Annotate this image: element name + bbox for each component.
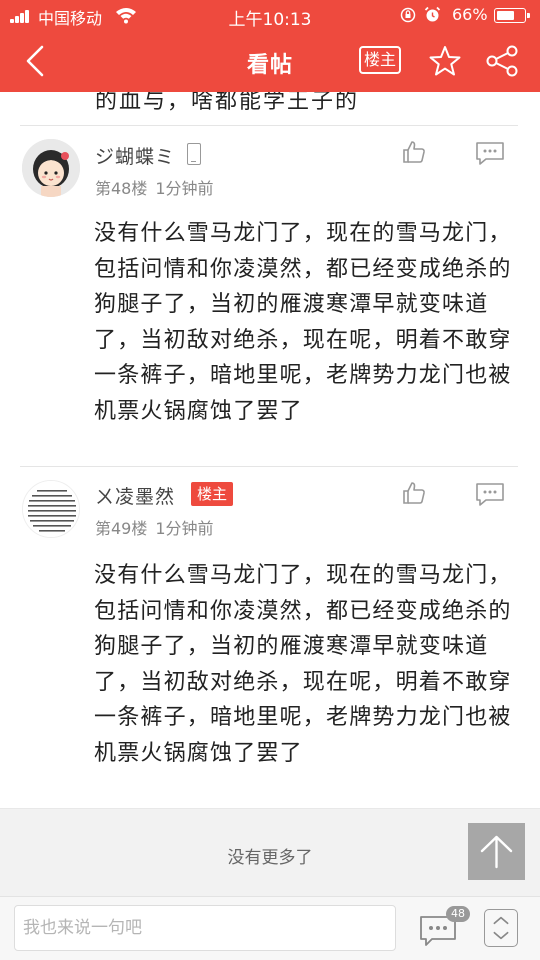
- previous-post-text: 的血与，啥都能学王子的: [95, 92, 360, 114]
- status-bar: 中国移动 上午10:13 66%: [0, 0, 540, 30]
- scroll-toggle-icon[interactable]: [484, 909, 518, 947]
- post-time: 1分钟前: [155, 519, 214, 538]
- username[interactable]: ジ蝴蝶ミ: [95, 142, 175, 169]
- no-more-text: 没有更多了: [227, 848, 313, 868]
- list-footer: 没有更多了: [0, 808, 540, 896]
- reply-icon[interactable]: [474, 481, 506, 507]
- rotation-lock-icon: [400, 7, 416, 23]
- post-list[interactable]: 的血与，啥都能学王子的 ジ蝴蝶ミ 第48楼 1分钟前 没有什么雪马龙门了，现在的…: [0, 92, 540, 808]
- like-icon[interactable]: [401, 139, 427, 165]
- post-body: 没有什么雪马龙门了，现在的雪马龙门，包括问情和你凌漠然，都已经变成绝杀的狗腿子了…: [94, 221, 512, 424]
- post-meta: 第48楼 1分钟前: [95, 175, 222, 199]
- divider: [20, 466, 518, 467]
- reply-icon[interactable]: [474, 140, 506, 166]
- post-time: 1分钟前: [155, 179, 214, 198]
- avatar-girl-icon: [22, 139, 80, 197]
- post-body: 没有什么雪马龙门了，现在的雪马龙门，包括问情和你凌漠然，都已经变成绝杀的狗腿子了…: [94, 563, 512, 766]
- only-op-button[interactable]: 楼主: [359, 46, 401, 74]
- post-meta: 第49楼 1分钟前: [95, 515, 222, 539]
- username[interactable]: ㄨ凌墨然: [95, 482, 175, 509]
- op-badge: 楼主: [191, 482, 233, 506]
- like-icon[interactable]: [401, 480, 427, 506]
- floor-number: 第49楼: [95, 519, 148, 538]
- avatar[interactable]: [22, 480, 80, 538]
- comment-count-badge: 48: [446, 906, 470, 922]
- share-icon[interactable]: [484, 44, 520, 78]
- nav-bar: 看帖 楼主: [0, 30, 540, 92]
- phone-device-icon: [187, 143, 201, 165]
- floor-number: 第48楼: [95, 179, 148, 198]
- avatar-text-image: [23, 481, 79, 537]
- favorite-star-icon[interactable]: [428, 44, 462, 78]
- comment-input[interactable]: [14, 905, 396, 951]
- alarm-icon: [424, 6, 441, 22]
- scroll-to-top-button[interactable]: [468, 823, 525, 880]
- battery-icon: [494, 8, 530, 23]
- battery-percent: 66%: [452, 5, 488, 24]
- avatar[interactable]: [22, 139, 80, 197]
- divider: [20, 125, 518, 126]
